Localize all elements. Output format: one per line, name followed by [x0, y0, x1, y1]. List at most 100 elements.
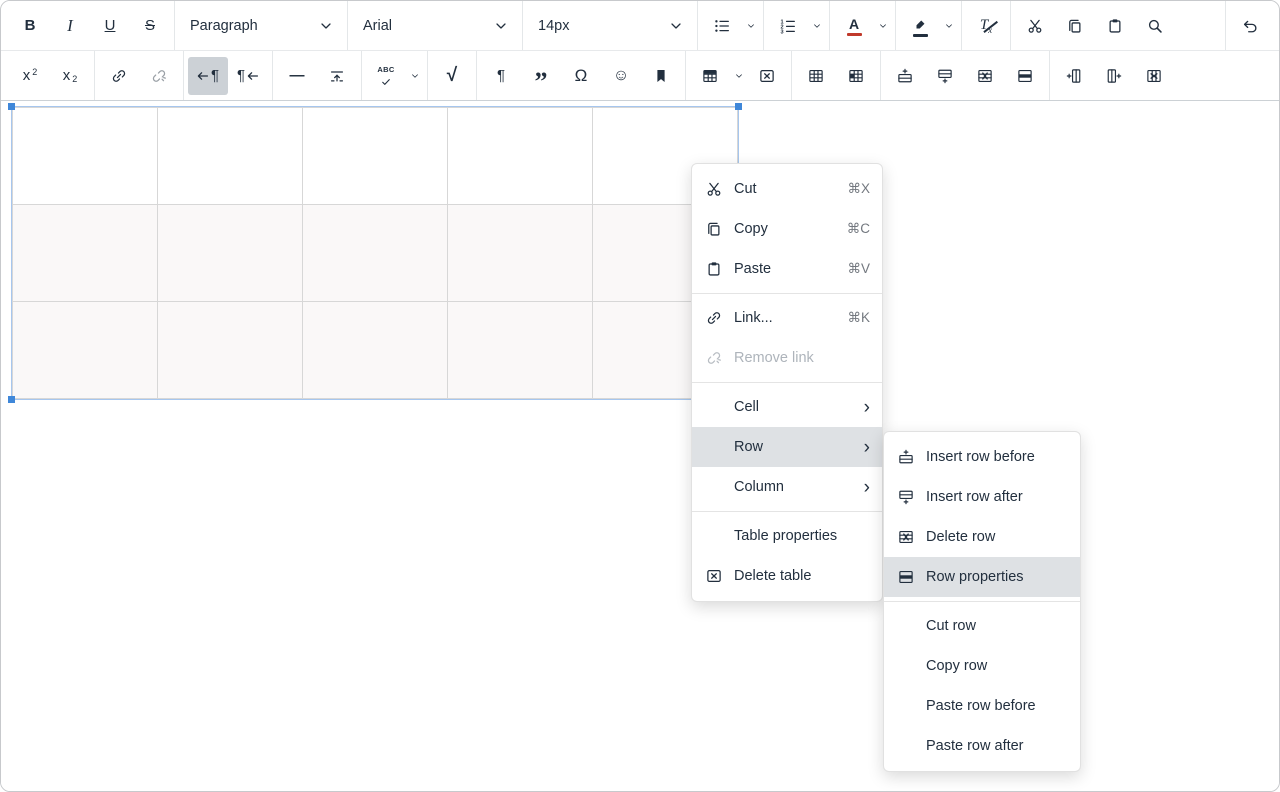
menu-item-label: Paste row after — [926, 738, 1068, 754]
menu-item-row[interactable]: Row › — [692, 427, 882, 467]
chevron-down-icon — [668, 18, 684, 34]
submenu-item-copy-row[interactable]: Copy row — [884, 646, 1080, 686]
table-cell[interactable] — [13, 108, 158, 205]
horizontal-rule-button[interactable]: — — [277, 57, 317, 95]
insert-column-before-icon — [1065, 67, 1083, 85]
submenu-item-paste-row-before[interactable]: Paste row before — [884, 686, 1080, 726]
ltr-paragraph-button[interactable]: ¶ — [188, 57, 228, 95]
chevron-down-icon — [493, 18, 509, 34]
font-family-select[interactable]: Arial — [352, 7, 518, 45]
insert-row-after-button[interactable] — [925, 57, 965, 95]
table-cell[interactable] — [303, 108, 448, 205]
superscript-button[interactable]: x2 — [10, 57, 50, 95]
table-icon — [701, 67, 719, 85]
context-menu: Cut ⌘X Copy ⌘C Paste ⌘V Link... ⌘K Remov… — [691, 163, 883, 602]
insert-column-after-button[interactable] — [1094, 57, 1134, 95]
font-size-select[interactable]: 14px — [527, 7, 693, 45]
menu-item-label: Row properties — [926, 569, 1068, 585]
menu-item-column[interactable]: Column › — [692, 467, 882, 507]
bullet-list-menu-button[interactable] — [742, 7, 759, 45]
table-cell[interactable] — [158, 205, 303, 302]
resize-handle-top-right[interactable] — [735, 103, 742, 110]
menu-item-shortcut: ⌘X — [847, 181, 870, 197]
delete-table-button[interactable] — [747, 57, 787, 95]
menu-item-cut[interactable]: Cut ⌘X — [692, 169, 882, 209]
insert-table-menu-button[interactable] — [730, 57, 747, 95]
bold-button[interactable]: B — [10, 7, 50, 45]
table-cell[interactable] — [303, 302, 448, 399]
menu-item-delete-table[interactable]: Delete table — [692, 556, 882, 596]
rtl-paragraph-button[interactable]: ¶ — [228, 57, 268, 95]
table-cell[interactable] — [303, 205, 448, 302]
text-color-button[interactable]: A — [834, 7, 874, 45]
table-cell[interactable] — [448, 205, 593, 302]
insert-column-before-button[interactable] — [1054, 57, 1094, 95]
italic-button[interactable]: I — [50, 7, 90, 45]
submenu-item-insert-row-before[interactable]: Insert row before — [884, 437, 1080, 477]
undo-button[interactable] — [1230, 7, 1270, 45]
submenu-item-cut-row[interactable]: Cut row — [884, 606, 1080, 646]
table-cell[interactable] — [158, 302, 303, 399]
menu-item-copy[interactable]: Copy ⌘C — [692, 209, 882, 249]
copy-button[interactable] — [1055, 7, 1095, 45]
row-properties-button[interactable] — [1005, 57, 1045, 95]
text-color-menu-button[interactable] — [874, 7, 891, 45]
cell-properties-button[interactable] — [836, 57, 876, 95]
cut-button[interactable] — [1015, 7, 1055, 45]
table-cell[interactable] — [448, 302, 593, 399]
bullet-list-button[interactable] — [702, 7, 742, 45]
numbered-list-button[interactable] — [768, 7, 808, 45]
link-icon — [110, 67, 128, 85]
show-formatting-marks-button[interactable]: ¶ — [481, 57, 521, 95]
block-format-select[interactable]: Paragraph — [179, 7, 343, 45]
insert-link-button[interactable] — [99, 57, 139, 95]
toolbar-separator — [895, 1, 896, 50]
chevron-down-icon — [812, 21, 822, 31]
menu-item-label: Remove link — [734, 350, 870, 366]
menu-item-paste[interactable]: Paste ⌘V — [692, 249, 882, 289]
highlight-color-button[interactable] — [900, 7, 940, 45]
checkmark-button[interactable]: √ — [432, 57, 472, 95]
emoji-button[interactable]: ☺ — [601, 57, 641, 95]
search-button[interactable] — [1135, 7, 1175, 45]
table-properties-button[interactable] — [796, 57, 836, 95]
anchor-button[interactable] — [641, 57, 681, 95]
spellcheck-button[interactable]: ABC — [366, 57, 406, 95]
delete-column-button[interactable] — [1134, 57, 1174, 95]
highlight-color-menu-button[interactable] — [940, 7, 957, 45]
strikethrough-button[interactable]: S — [130, 7, 170, 45]
menu-item-label: Copy — [734, 221, 837, 237]
insert-row-before-button[interactable] — [885, 57, 925, 95]
toolbar-separator — [791, 51, 792, 100]
resize-handle-bottom-left[interactable] — [8, 396, 15, 403]
chevron-down-icon — [878, 21, 888, 31]
table-cell[interactable] — [13, 302, 158, 399]
submenu-item-row-properties[interactable]: Row properties — [884, 557, 1080, 597]
page-break-button[interactable] — [317, 57, 357, 95]
clear-formatting-button[interactable]: Tx — [966, 7, 1006, 45]
menu-item-table-properties[interactable]: Table properties — [692, 516, 882, 556]
table-cell[interactable] — [448, 108, 593, 205]
menu-item-cell[interactable]: Cell › — [692, 387, 882, 427]
radical-icon: √ — [447, 65, 457, 87]
scissors-icon — [1026, 17, 1044, 35]
paste-button[interactable] — [1095, 7, 1135, 45]
insert-table-button[interactable] — [690, 57, 730, 95]
spellcheck-menu-button[interactable] — [406, 57, 423, 95]
subscript-button[interactable]: x2 — [50, 57, 90, 95]
underline-button[interactable]: U — [90, 7, 130, 45]
toolbar-separator — [763, 1, 764, 50]
numbered-list-menu-button[interactable] — [808, 7, 825, 45]
checkmark-icon — [380, 76, 392, 88]
submenu-item-paste-row-after[interactable]: Paste row after — [884, 726, 1080, 766]
blockquote-button[interactable]: ” — [521, 57, 561, 95]
table-cell[interactable] — [158, 108, 303, 205]
menu-item-link[interactable]: Link... ⌘K — [692, 298, 882, 338]
table-cell[interactable] — [13, 205, 158, 302]
resize-handle-top-left[interactable] — [8, 103, 15, 110]
editor-canvas[interactable] — [1, 101, 1279, 791]
special-character-button[interactable]: Ω — [561, 57, 601, 95]
delete-row-button[interactable] — [965, 57, 1005, 95]
submenu-item-delete-row[interactable]: Delete row — [884, 517, 1080, 557]
submenu-item-insert-row-after[interactable]: Insert row after — [884, 477, 1080, 517]
